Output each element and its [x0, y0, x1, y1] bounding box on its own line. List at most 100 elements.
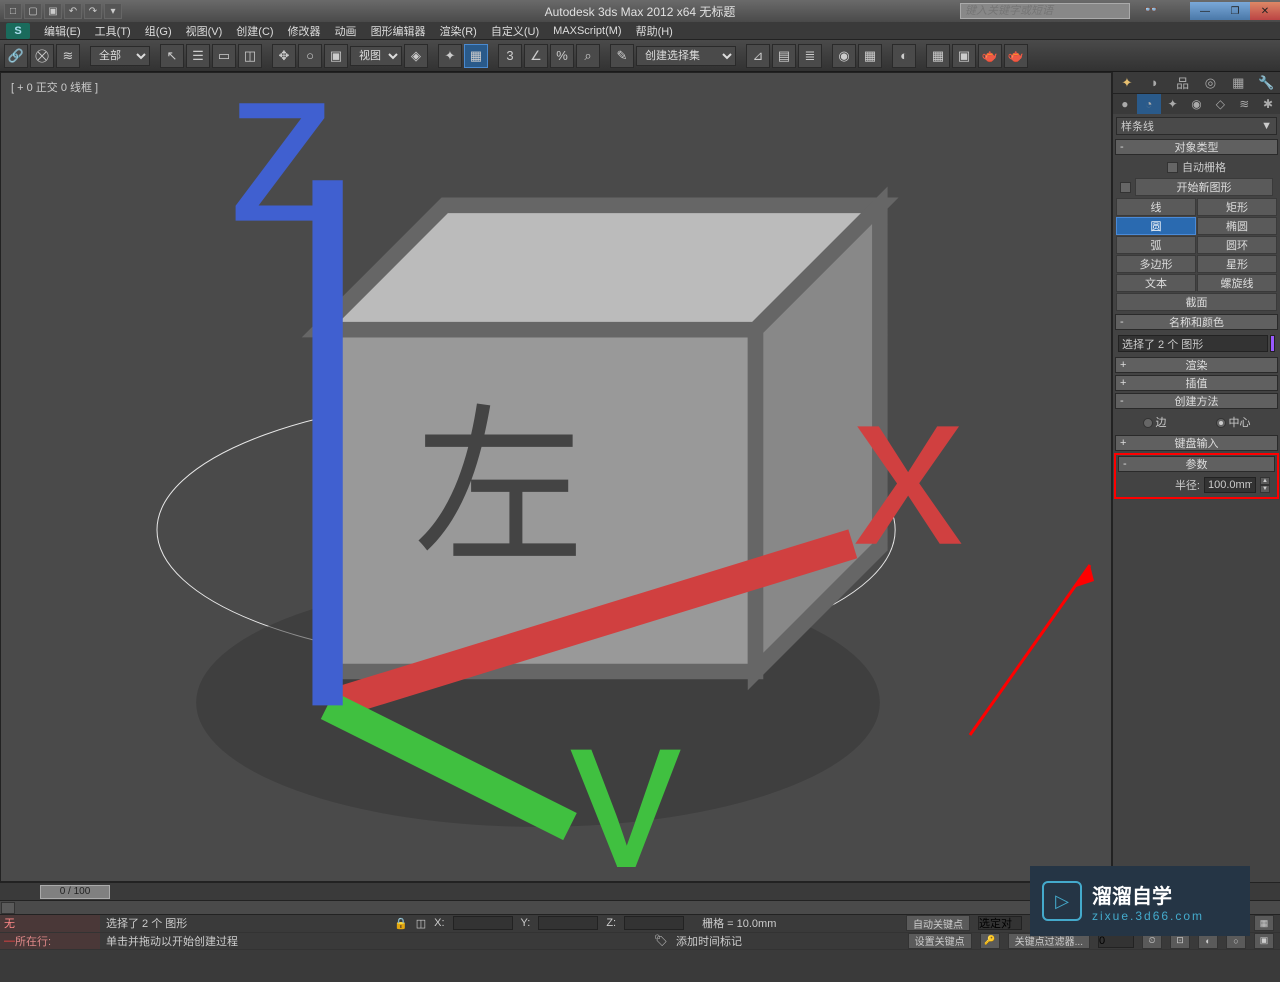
menu-create[interactable]: 创建(C)	[236, 23, 273, 39]
close-button[interactable]: ✕	[1250, 2, 1280, 20]
menu-views[interactable]: 视图(V)	[186, 23, 223, 39]
shape-circle-button[interactable]: 圆	[1116, 217, 1196, 235]
app-menu-button[interactable]: S	[6, 23, 30, 39]
minimize-button[interactable]: —	[1190, 2, 1220, 20]
subtab-shapes-icon[interactable]: ◔	[1137, 94, 1161, 114]
script-listener[interactable]: 无 — 所在行:	[0, 915, 100, 950]
iso-icon[interactable]: ◫	[416, 917, 426, 930]
menu-help[interactable]: 帮助(H)	[636, 23, 673, 39]
titlebar-help-icons: 👓	[1144, 3, 1160, 19]
rollout-name-color[interactable]: -名称和颜色	[1115, 314, 1278, 330]
svg-text:y: y	[570, 667, 681, 867]
qat-redo-icon[interactable]: ↷	[84, 3, 102, 19]
menu-customize[interactable]: 自定义(U)	[491, 23, 539, 39]
qat-new-icon[interactable]: □	[4, 3, 22, 19]
maximize-button[interactable]: ❐	[1220, 2, 1250, 20]
listener-none: 无	[0, 915, 100, 933]
setkey-button[interactable]: 设置关键点	[908, 933, 972, 949]
shape-ngon-button[interactable]: 多边形	[1116, 255, 1196, 273]
quick-access-toolbar: □ ▢ ▣ ↶ ↷ ▾	[4, 3, 122, 19]
shape-donut-button[interactable]: 圆环	[1197, 236, 1277, 254]
tab-display-icon[interactable]: ▦	[1224, 72, 1252, 93]
coord-y-input[interactable]	[538, 916, 598, 930]
addtimetag[interactable]: 添加时间标记	[676, 933, 742, 949]
command-panel: ✦ ◗ 品 ◎ ▦ 🔧 ● ◔ ✦ ◉ ◇ ≋ ✱ 样条线▼ -对象类型 自动栅…	[1112, 72, 1280, 882]
subtab-spacewarps-icon[interactable]: ≋	[1232, 94, 1256, 114]
timetag-icon[interactable]: 🏷	[654, 934, 668, 947]
rollout-parameters[interactable]: -参数	[1118, 456, 1275, 472]
nav-max2-icon[interactable]: ▣	[1254, 933, 1274, 949]
rollout-rendering[interactable]: +渲染	[1115, 357, 1278, 373]
startnewshape-button[interactable]: 开始新图形	[1135, 178, 1273, 196]
coord-z-input[interactable]	[624, 916, 684, 930]
object-color-swatch[interactable]	[1270, 335, 1275, 352]
viewport[interactable]: [ + 0 正交 0 线框 ] x y z x y 左	[0, 72, 1112, 882]
key-icon[interactable]: 🔑	[980, 933, 1000, 949]
app-title: Autodesk 3ds Max 2012 x64 无标题	[545, 3, 736, 20]
menu-rendering[interactable]: 渲染(R)	[440, 23, 477, 39]
shape-ellipse-button[interactable]: 椭圆	[1197, 217, 1277, 235]
subtab-cameras-icon[interactable]: ◉	[1185, 94, 1209, 114]
qat-save-icon[interactable]: ▣	[44, 3, 62, 19]
shape-helix-button[interactable]: 螺旋线	[1197, 274, 1277, 292]
rollout-creation-method[interactable]: -创建方法	[1115, 393, 1278, 409]
trackbar-toggle-icon[interactable]	[1, 902, 15, 914]
coord-x-input[interactable]	[453, 916, 513, 930]
qat-undo-icon[interactable]: ↶	[64, 3, 82, 19]
listener-loc: — 所在行:	[0, 933, 100, 951]
command-panel-tabs: ✦ ◗ 品 ◎ ▦ 🔧	[1113, 72, 1280, 94]
svg-text:x: x	[853, 344, 964, 592]
radius-spinner[interactable]: ▲▼	[1260, 477, 1270, 493]
watermark-url: zixue.3d66.com	[1092, 909, 1204, 923]
menu-bar: S 编辑(E) 工具(T) 组(G) 视图(V) 创建(C) 修改器 动画 图形…	[0, 22, 1280, 40]
shape-rectangle-button[interactable]: 矩形	[1197, 198, 1277, 216]
shape-category-label: 样条线	[1121, 118, 1154, 134]
radius-label: 半径:	[1175, 477, 1200, 493]
autogrid-checkbox[interactable]: 自动栅格	[1116, 158, 1277, 176]
binoculars-icon[interactable]: 👓	[1144, 3, 1160, 19]
watermark-title: 溜溜自学	[1092, 880, 1204, 909]
rollout-object-type[interactable]: -对象类型	[1115, 139, 1278, 155]
menu-tools[interactable]: 工具(T)	[95, 23, 131, 39]
selection-status: 选择了 2 个 图形	[106, 915, 386, 931]
menu-grapheditors[interactable]: 图形编辑器	[371, 23, 426, 39]
shape-category-dropdown[interactable]: 样条线▼	[1116, 117, 1277, 135]
shape-arc-button[interactable]: 弧	[1116, 236, 1196, 254]
selobj-input[interactable]	[978, 916, 1022, 930]
qat-dd-icon[interactable]: ▾	[104, 3, 122, 19]
time-slider-thumb[interactable]: 0 / 100	[40, 885, 110, 899]
subtab-systems-icon[interactable]: ✱	[1256, 94, 1280, 114]
shape-section-button[interactable]: 截面	[1116, 293, 1277, 311]
highlight-box: -参数 半径: ▲▼	[1114, 453, 1279, 499]
watermark-logo: ▷ 溜溜自学 zixue.3d66.com	[1030, 866, 1250, 936]
object-name-input[interactable]	[1118, 335, 1268, 352]
rollout-keyboard-entry[interactable]: +键盘输入	[1115, 435, 1278, 451]
menu-group[interactable]: 组(G)	[145, 23, 172, 39]
menu-animation[interactable]: 动画	[335, 23, 357, 39]
tab-hierarchy-icon[interactable]: 品	[1169, 72, 1197, 93]
lock-icon[interactable]: 🔒	[394, 917, 408, 930]
rollout-interpolation[interactable]: +插值	[1115, 375, 1278, 391]
subtab-helpers-icon[interactable]: ◇	[1208, 94, 1232, 114]
menu-edit[interactable]: 编辑(E)	[44, 23, 81, 39]
tab-motion-icon[interactable]: ◎	[1196, 72, 1224, 93]
radio-center[interactable]: 中心	[1216, 414, 1251, 430]
shape-line-button[interactable]: 线	[1116, 198, 1196, 216]
tab-modify-icon[interactable]: ◗	[1141, 72, 1169, 93]
nav-max-icon[interactable]: ▦	[1254, 915, 1274, 931]
tab-utilities-icon[interactable]: 🔧	[1252, 72, 1280, 93]
shape-star-button[interactable]: 星形	[1197, 255, 1277, 273]
help-search-input[interactable]	[960, 3, 1130, 19]
axis-gizmo-icon: x y z	[15, 59, 1125, 867]
radius-input[interactable]	[1204, 477, 1256, 493]
shape-text-button[interactable]: 文本	[1116, 274, 1196, 292]
startnewshape-row: 开始新图形	[1116, 177, 1277, 197]
subtab-lights-icon[interactable]: ✦	[1161, 94, 1185, 114]
menu-maxscript[interactable]: MAXScript(M)	[553, 25, 621, 37]
prompt-text: 单击并拖动以开始创建过程	[106, 933, 646, 949]
autokey-button[interactable]: 自动关键点	[906, 915, 970, 931]
radio-edge[interactable]: 边	[1143, 414, 1167, 430]
grid-status: 栅格 = 10.0mm	[702, 915, 776, 931]
qat-open-icon[interactable]: ▢	[24, 3, 42, 19]
menu-modifiers[interactable]: 修改器	[288, 23, 321, 39]
